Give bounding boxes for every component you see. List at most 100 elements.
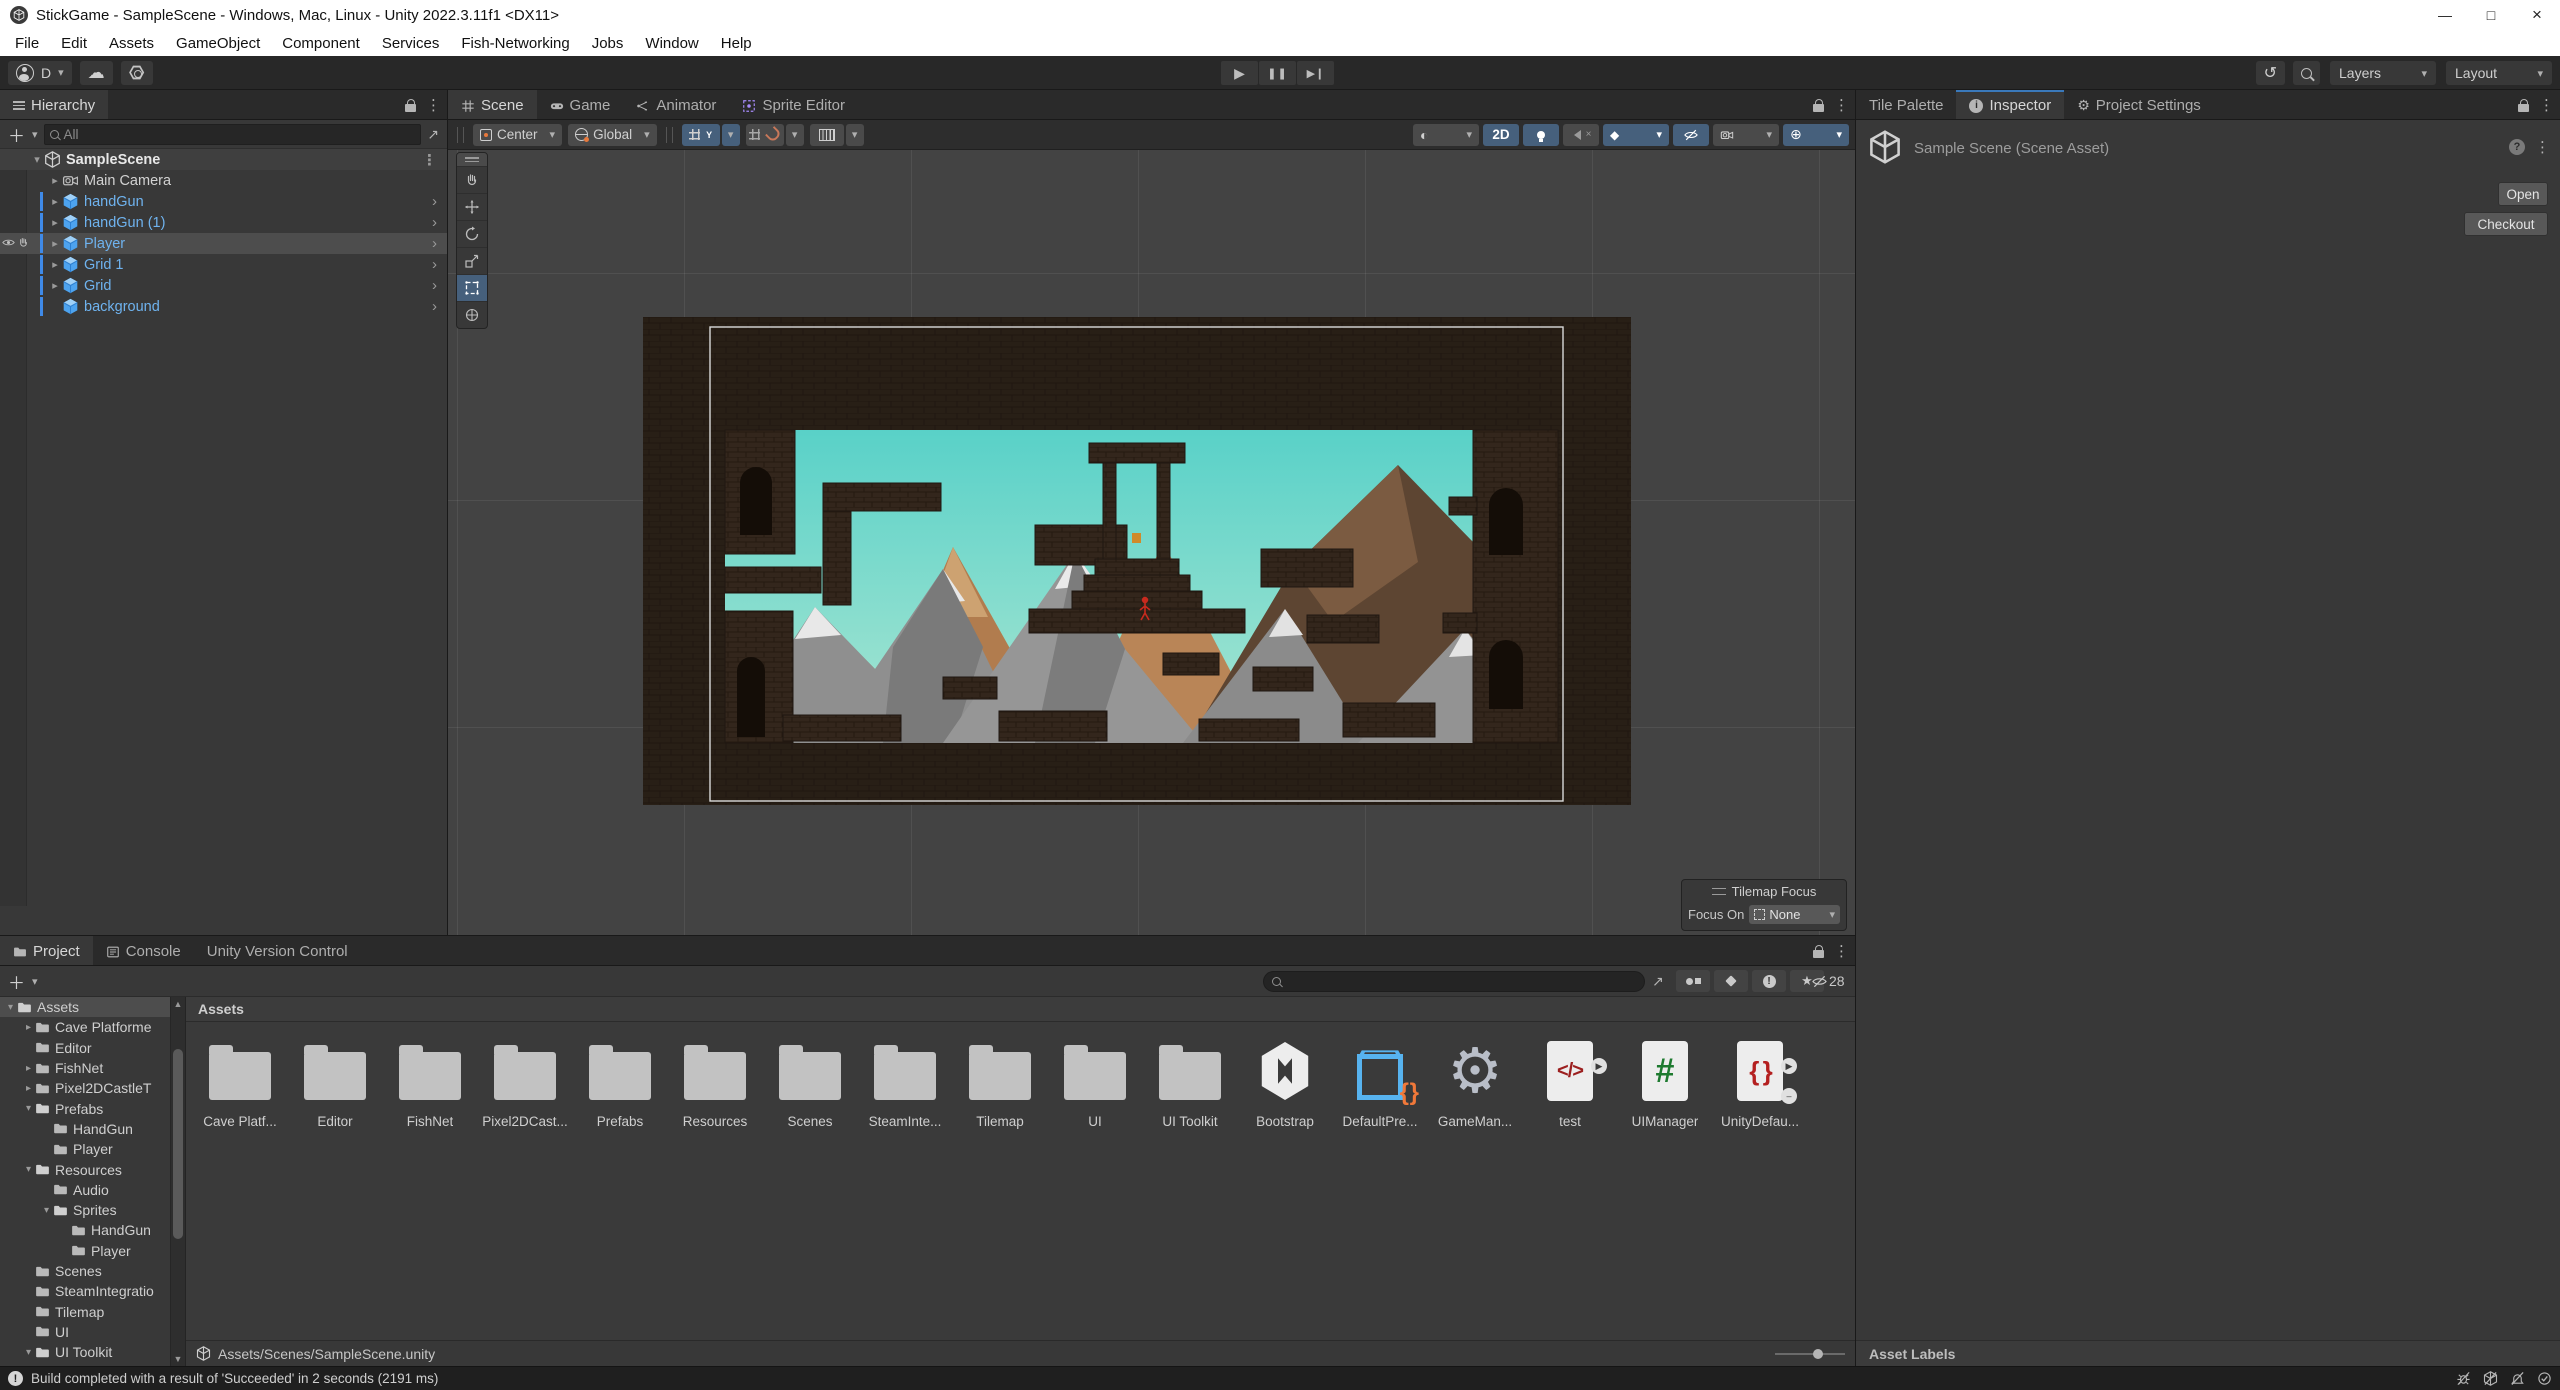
hierarchy-row[interactable]: ▸ Player › [0, 233, 447, 254]
gutter-icons[interactable] [2, 236, 30, 249]
snap-toggle[interactable] [746, 124, 784, 146]
tab-hierarchy[interactable]: Hierarchy [0, 90, 108, 119]
hierarchy-row[interactable]: ▸ Grid › [0, 275, 447, 296]
camera-overlay-dropdown[interactable]: ▾ [1713, 124, 1779, 146]
account-button[interactable]: D▾ [8, 61, 72, 85]
tree-row[interactable]: ▸ Cave Platforme [0, 1017, 170, 1037]
pivot-mode-dropdown[interactable]: Center▾ [473, 124, 562, 146]
expand-arrow-icon[interactable]: ▾ [40, 1205, 53, 1216]
row-trailing-icon[interactable]: › [432, 277, 437, 294]
chevron-down-icon[interactable]: ▾ [32, 128, 38, 141]
add-asset-button[interactable]: ＋ [8, 969, 25, 994]
snap-increment-options[interactable]: ▾ [846, 124, 864, 146]
kebab-menu-icon[interactable]: ⋮ [426, 96, 441, 114]
draw-mode-dropdown[interactable]: ◐▾ [1413, 124, 1479, 146]
grid-snap-options[interactable]: ▾ [722, 124, 740, 146]
lock-icon[interactable] [1813, 950, 1824, 958]
expand-arrow-icon[interactable]: ▸ [22, 1083, 35, 1094]
layers-dropdown[interactable]: Layers▾ [2330, 61, 2436, 85]
inspector-tab[interactable]: Tile Palette [1856, 90, 1956, 119]
asset-item[interactable]: </> ▶ test [1526, 1032, 1614, 1129]
tree-row[interactable]: ▾ Prefabs [0, 1098, 170, 1118]
scene-view-tab[interactable]: Animator [623, 90, 729, 119]
row-trailing-icon[interactable]: › [432, 214, 437, 231]
help-icon[interactable]: ? [2509, 139, 2525, 155]
scroll-up-icon[interactable]: ▲ [171, 999, 185, 1009]
snap-options[interactable]: ▾ [786, 124, 804, 146]
expand-arrow-icon[interactable]: ▸ [48, 174, 62, 187]
asset-item[interactable]: Scenes [766, 1032, 854, 1129]
asset-item[interactable]: Editor [291, 1032, 379, 1129]
lock-icon[interactable] [1813, 104, 1824, 112]
step-button[interactable]: ▶❙ [1297, 61, 1334, 85]
lock-icon[interactable] [405, 104, 416, 112]
focus-on-dropdown[interactable]: None ▾ [1749, 905, 1840, 924]
hierarchy-row[interactable]: ▸ handGun › [0, 191, 447, 212]
info-icon[interactable]: ! [8, 1371, 23, 1386]
project-tab[interactable]: Project [0, 936, 93, 965]
menu-item[interactable]: Component [271, 35, 371, 52]
effects-dropdown[interactable]: ◆▾ [1603, 124, 1669, 146]
tree-row[interactable]: ▸ Pixel2DCastleT [0, 1078, 170, 1098]
asset-item[interactable]: UI [1051, 1032, 1139, 1129]
expand-arrow-icon[interactable]: ▸ [48, 258, 62, 271]
tree-row[interactable]: Player [0, 1139, 170, 1159]
snap-increment-button[interactable] [810, 124, 844, 146]
asset-item[interactable]: Cave Platf... [196, 1032, 284, 1129]
debugger-disabled-icon[interactable] [2456, 1371, 2471, 1386]
menu-item[interactable]: File [4, 35, 50, 52]
row-trailing-icon[interactable]: › [432, 193, 437, 210]
thumbnail-size-slider[interactable] [1775, 1348, 1845, 1360]
expand-arrow-icon[interactable]: ▸ [48, 279, 62, 292]
tree-row[interactable]: HandGun [0, 1220, 170, 1240]
scene-visibility-toggle[interactable] [1673, 124, 1709, 146]
minimize-button[interactable]: — [2422, 0, 2468, 30]
move-tool-button[interactable] [457, 193, 487, 220]
asset-item[interactable]: Tilemap [956, 1032, 1044, 1129]
asset-item[interactable]: FishNet [386, 1032, 474, 1129]
expand-arrow-icon[interactable]: ▸ [48, 195, 62, 208]
kebab-menu-icon[interactable]: ⋮ [1834, 942, 1849, 960]
search-button[interactable] [2293, 61, 2320, 85]
scale-tool-button[interactable] [457, 247, 487, 274]
pause-button[interactable]: ❚❚ [1259, 61, 1296, 85]
asset-item[interactable]: UI Toolkit [1146, 1032, 1234, 1129]
view-tool-button[interactable] [457, 166, 487, 193]
tree-row[interactable]: ▾ Resources [0, 1159, 170, 1179]
overlay-drag-handle[interactable] [1712, 888, 1726, 895]
scrollbar-thumb[interactable] [173, 1049, 183, 1239]
orientation-dropdown[interactable]: Global▾ [568, 124, 657, 146]
play-button[interactable]: ▶ [1221, 61, 1258, 85]
scene-view-tab[interactable]: Game [537, 90, 624, 119]
grid-snap-toggle[interactable]: Y [682, 124, 720, 146]
cloud-button[interactable]: ☁ [80, 61, 113, 85]
filter-by-type-button[interactable] [1676, 970, 1710, 992]
hierarchy-row[interactable]: ▾ SampleScene ⋮ [0, 149, 447, 170]
kebab-menu-icon[interactable]: ⋮ [2539, 96, 2554, 114]
kebab-menu-icon[interactable]: ⋮ [2535, 138, 2550, 156]
expand-arrow-icon[interactable]: ▾ [22, 1347, 35, 1358]
open-in-window-icon[interactable]: ↗ [427, 126, 439, 143]
open-button[interactable]: Open [2498, 182, 2548, 206]
tree-row[interactable]: UI [0, 1322, 170, 1342]
asset-item[interactable]: Prefabs [576, 1032, 664, 1129]
expand-arrow-icon[interactable]: ▸ [48, 216, 62, 229]
hidden-items-indicator[interactable]: 28 [1812, 973, 1845, 989]
expand-arrow-icon[interactable]: ▸ [22, 1022, 35, 1033]
gizmos-dropdown[interactable]: ⊕▾ [1783, 124, 1849, 146]
hierarchy-row[interactable]: ▸ handGun (1) › [0, 212, 447, 233]
rotate-tool-button[interactable] [457, 220, 487, 247]
undo-history-button[interactable]: ↺ [2256, 61, 2285, 85]
hierarchy-row[interactable]: background › [0, 296, 447, 317]
alerts-button[interactable]: ! [1752, 970, 1786, 992]
version-control-button[interactable] [121, 61, 153, 85]
tree-row[interactable]: ▾ Assets [0, 997, 170, 1017]
transform-tool-button[interactable] [457, 301, 487, 328]
project-tab[interactable]: Console [93, 936, 194, 965]
asset-item[interactable]: Pixel2DCast... [481, 1032, 569, 1129]
tree-row[interactable]: Player [0, 1241, 170, 1261]
tree-row[interactable]: ▾ Sprites [0, 1200, 170, 1220]
lighting-toggle[interactable] [1523, 124, 1559, 146]
tree-row[interactable]: SteamIntegratio [0, 1281, 170, 1301]
hierarchy-row[interactable]: ▸ Grid 1 › [0, 254, 447, 275]
